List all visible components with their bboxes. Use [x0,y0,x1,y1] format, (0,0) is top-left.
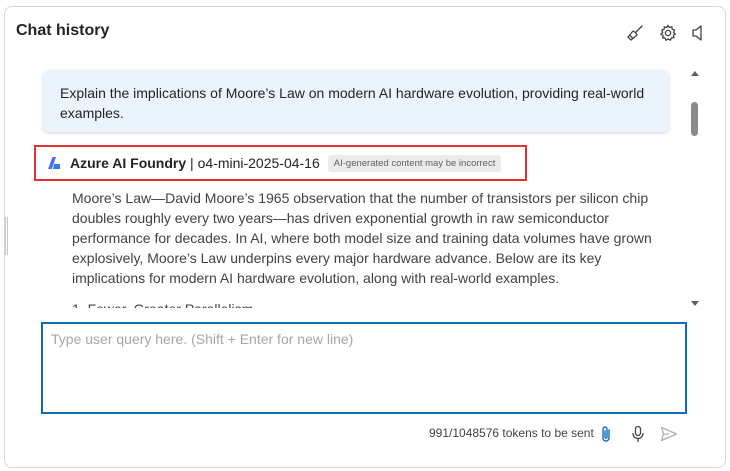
token-counter: 991/1048576 tokens to be sent [429,426,594,440]
broom-icon[interactable] [625,23,645,43]
send-icon[interactable] [660,424,678,444]
resize-handle[interactable] [5,217,8,255]
scrollbar-thumb[interactable] [691,102,698,136]
microphone-icon[interactable] [629,424,647,444]
response-model-label: Azure AI Foundry | o4-mini-2025-04-16 [70,155,320,171]
scroll-up-arrow-icon[interactable] [691,63,699,81]
user-message-bubble: Explain the implications of Moore’s Law … [43,70,669,132]
azure-ai-foundry-logo-icon [48,157,60,169]
response-header: Azure AI Foundry | o4-mini-2025-04-16 AI… [34,145,527,181]
model-separator: | [186,155,198,171]
scroll-down-arrow-icon[interactable] [691,294,699,312]
panel-title: Chat history [16,22,110,39]
response-list-item: 1. Fewer, Greater Parallelism [72,299,372,308]
gear-icon[interactable] [658,23,678,43]
ai-disclaimer-badge: AI-generated content may be incorrect [327,154,502,172]
response-body-text: Moore’s Law—David Moore’s 1965 observati… [72,190,652,286]
chat-history-panel: Chat history Explain the implications of… [4,6,726,468]
model-name: o4-mini-2025-04-16 [197,155,320,171]
response-source: Azure AI Foundry [70,155,187,171]
query-input[interactable] [51,331,671,401]
query-input-container[interactable] [41,322,687,414]
speaker-icon[interactable] [688,23,708,43]
user-message-text: Explain the implications of Moore’s Law … [60,85,645,121]
paperclip-icon[interactable] [597,424,615,444]
